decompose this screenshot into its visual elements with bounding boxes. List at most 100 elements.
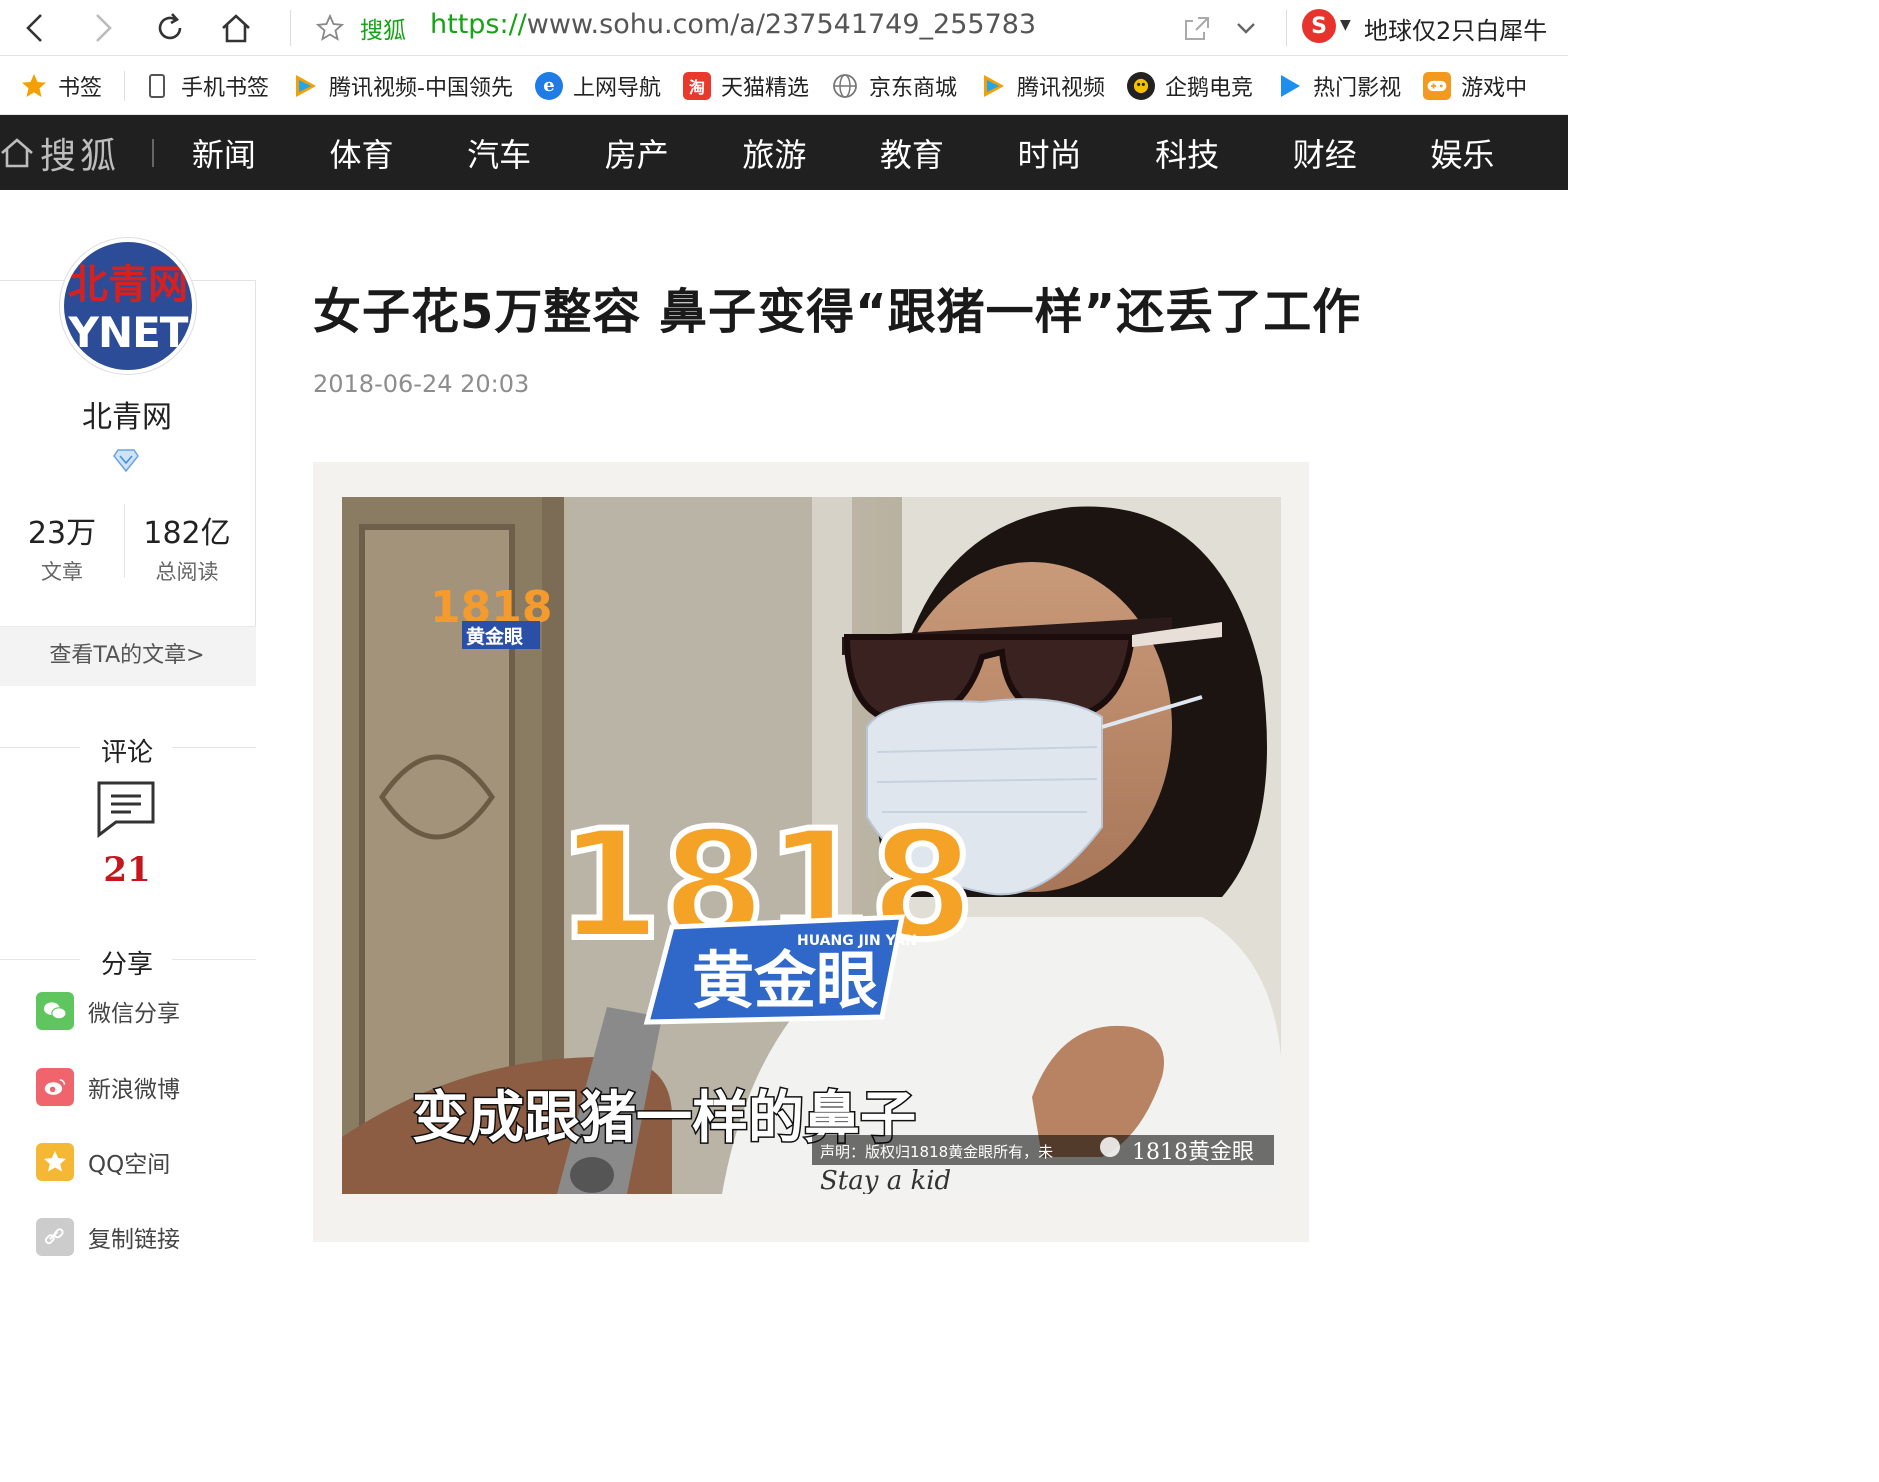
- view-author-articles-link[interactable]: 查看TA的文章>: [0, 626, 256, 686]
- qzone-icon: [36, 1143, 74, 1181]
- chevron-right-icon: [96, 14, 112, 42]
- stat-articles-num: 23万: [27, 516, 97, 551]
- nav-item-travel[interactable]: 旅游: [742, 130, 880, 176]
- bookmark-label: 热门影视: [1313, 75, 1402, 101]
- wechat-icon: [36, 992, 74, 1030]
- sohu-logo-text: 搜狐: [40, 135, 121, 177]
- share-weibo-button[interactable]: 新浪微博: [36, 1068, 180, 1106]
- share-copy-link-button[interactable]: 复制链接: [36, 1218, 180, 1256]
- author-name[interactable]: 北青网: [0, 392, 254, 436]
- share-page-icon[interactable]: [1180, 12, 1214, 44]
- comments-heading: 评论: [0, 732, 258, 768]
- share-label: 复制链接: [88, 1227, 180, 1253]
- ie-icon: e: [534, 71, 563, 100]
- nav-item-tech[interactable]: 科技: [1155, 130, 1293, 176]
- share-label: 微信分享: [88, 1001, 180, 1027]
- stat-articles: 23万 文章: [0, 508, 124, 586]
- nav-item-finance[interactable]: 财经: [1293, 130, 1431, 176]
- bookmark-item[interactable]: 腾讯视频-中国领先: [291, 70, 513, 102]
- tmall-icon: 淘: [683, 71, 711, 100]
- site-name: 搜狐: [360, 18, 406, 44]
- share-heading: 分享: [0, 944, 258, 980]
- svg-text:黄金眼: 黄金眼: [466, 625, 523, 648]
- reload-button[interactable]: [148, 6, 192, 50]
- caret-down-icon[interactable]: ▼: [1340, 17, 1351, 33]
- home-icon: [1, 137, 33, 167]
- penguin-esports-icon: [1127, 71, 1156, 100]
- site-nav: 搜狐 新闻 体育 汽车 房产 旅游 教育 时尚 科技 财经 娱乐: [0, 115, 1568, 190]
- search-engine-icon[interactable]: S: [1302, 9, 1336, 43]
- link-icon: [36, 1218, 74, 1256]
- article-title: 女子花5万整容 鼻子变得“跟猪一样”还丢了工作: [313, 284, 1362, 340]
- chevron-down-icon[interactable]: [1232, 14, 1260, 42]
- bookmark-item[interactable]: e 上网导航: [534, 70, 661, 102]
- comment-icon[interactable]: [96, 780, 156, 838]
- stat-reads-num: 182亿: [143, 516, 231, 551]
- back-button[interactable]: [14, 6, 58, 50]
- home-icon: [222, 14, 250, 43]
- url-field[interactable]: https://www.sohu.com/a/237541749_255783: [430, 9, 1036, 40]
- bookmark-item[interactable]: 书签: [20, 70, 102, 102]
- phone-icon: [143, 72, 171, 100]
- forward-button[interactable]: [80, 6, 124, 50]
- bookmark-label: 书签: [58, 75, 103, 101]
- address-bar: 搜狐 https://www.sohu.com/a/237541749_2557…: [0, 0, 1568, 56]
- bookmark-item[interactable]: 热门影视: [1275, 70, 1401, 102]
- bookmark-label: 天猫精选: [721, 75, 810, 101]
- bookmark-label: 企鹅电竞: [1165, 75, 1254, 101]
- bookmark-label: 京东商城: [869, 75, 958, 101]
- share-label: 新浪微博: [88, 1077, 180, 1103]
- stat-reads: 182亿 总阅读: [125, 508, 249, 586]
- tencent-video-icon: [291, 72, 319, 100]
- bookmark-label: 腾讯视频-中国领先: [329, 75, 513, 101]
- bookmark-label: 腾讯视频: [1017, 75, 1106, 101]
- globe-icon: [831, 72, 859, 100]
- bookmark-divider: [124, 70, 126, 101]
- star-outline-icon: [315, 13, 345, 41]
- reload-icon: [158, 13, 182, 40]
- bookmark-star-button[interactable]: [312, 10, 348, 46]
- svg-text:声明：版权归1818黄金眼所有，未: 声明：版权归1818黄金眼所有，未: [820, 1143, 1053, 1161]
- bookmark-label: 上网导航: [572, 75, 661, 101]
- nav-item-entertainment[interactable]: 娱乐: [1430, 130, 1568, 176]
- article-time: 2018-06-24 20:03: [313, 370, 530, 398]
- bookmark-item[interactable]: 淘 天猫精选: [683, 70, 809, 102]
- share-label: QQ空间: [88, 1152, 171, 1178]
- nav-item-education[interactable]: 教育: [880, 130, 1018, 176]
- article-image[interactable]: 1818 黄金眼 Stay a kid 1818 黄金眼 HUANG JIN Y…: [342, 497, 1281, 1194]
- toolbar-divider: [290, 10, 291, 46]
- bookmark-label: 游戏中: [1461, 75, 1528, 101]
- nav-item-house[interactable]: 房产: [605, 130, 743, 176]
- nav-item-sports[interactable]: 体育: [329, 130, 467, 176]
- nav-item-news[interactable]: 新闻: [192, 130, 330, 176]
- bookmarks-bar: 书签 手机书签 腾讯视频-中国领先 e 上网导航 淘 天猫精选 京东商城 腾讯视…: [0, 57, 1568, 115]
- url-scheme: https://: [430, 9, 527, 40]
- news-photo-illustration: 1818 黄金眼 Stay a kid 1818 黄金眼 HUANG JIN Y…: [342, 497, 1281, 1194]
- nav-item-fashion[interactable]: 时尚: [1018, 130, 1156, 176]
- avatar-logo-bottom: YNET: [68, 308, 189, 357]
- verified-icon: [113, 449, 139, 473]
- play-icon: [1275, 72, 1303, 100]
- svg-text:HUANG JIN YAN: HUANG JIN YAN: [797, 933, 917, 949]
- share-qzone-button[interactable]: QQ空间: [36, 1143, 170, 1181]
- share-wechat-button[interactable]: 微信分享: [36, 992, 180, 1030]
- svg-text:Stay a kid: Stay a kid: [820, 1166, 951, 1194]
- home-button[interactable]: [214, 6, 258, 50]
- gamepad-icon: [1423, 71, 1452, 100]
- chevron-left-icon: [26, 14, 42, 42]
- bookmark-item[interactable]: 腾讯视频: [979, 70, 1105, 102]
- bookmark-item[interactable]: 游戏中: [1423, 70, 1527, 102]
- svg-text:黄金眼: 黄金眼: [692, 944, 878, 1017]
- comment-count[interactable]: 21: [0, 850, 254, 890]
- nav-divider: [152, 138, 154, 167]
- bookmark-label: 手机书签: [181, 75, 270, 101]
- nav-item-auto[interactable]: 汽车: [467, 130, 605, 176]
- search-hot-topic[interactable]: 地球仅2只白犀牛: [1364, 11, 1547, 46]
- bookmark-item[interactable]: 企鹅电竞: [1127, 70, 1253, 102]
- url-path: www.sohu.com/a/237541749_255783: [526, 9, 1037, 40]
- sohu-logo[interactable]: 搜狐: [0, 127, 120, 179]
- bookmark-item[interactable]: 京东商城: [831, 70, 957, 102]
- bookmark-item[interactable]: 手机书签: [143, 70, 269, 102]
- author-avatar[interactable]: 北青网 YNET: [60, 238, 196, 374]
- star-icon: [20, 72, 48, 100]
